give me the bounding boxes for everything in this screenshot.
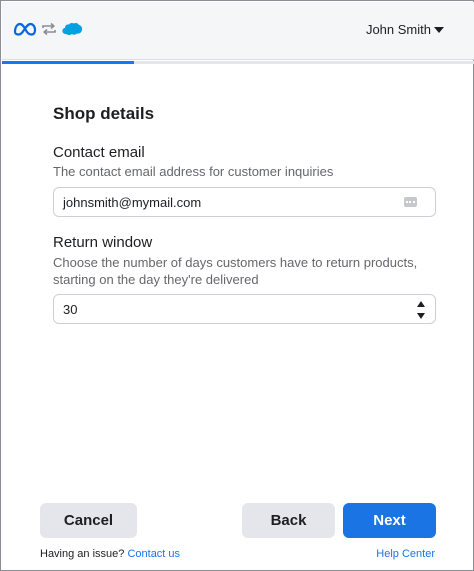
progress-fill [2, 61, 135, 64]
contact-email-value: johnsmith@mymail.com [63, 194, 202, 210]
stepper-arrows[interactable] [417, 301, 425, 319]
dialog-frame: John Smith Shop details Contact email Th… [0, 0, 474, 571]
contact-us-link[interactable]: Contact us [127, 548, 180, 560]
contact-email-label: Contact email [53, 144, 145, 161]
salesforce-logo-icon [61, 21, 83, 42]
return-window-label: Return window [53, 234, 153, 251]
meta-logo-icon [13, 22, 37, 41]
footer-issue: Having an issue? Contact us [40, 548, 180, 560]
issue-text: Having an issue? [40, 548, 125, 560]
chevron-down-icon[interactable] [434, 27, 444, 33]
autofill-icon[interactable] [404, 197, 417, 207]
page-title: Shop details [53, 104, 155, 123]
contact-email-field[interactable]: johnsmith@mymail.com [53, 187, 436, 217]
user-name[interactable]: John Smith [366, 22, 431, 37]
back-button[interactable]: Back [242, 503, 335, 538]
contact-email-description: The contact email address for customer i… [53, 164, 334, 179]
next-button[interactable]: Next [343, 503, 436, 538]
return-window-description: Choose the number of days customers have… [53, 255, 418, 287]
help-center-link[interactable]: Help Center [376, 548, 435, 560]
sync-arrows-icon [41, 22, 57, 41]
return-window-value: 30 [63, 301, 78, 317]
partner-logos [13, 21, 83, 42]
increment-icon[interactable] [417, 301, 425, 307]
progress-bar [2, 61, 474, 64]
return-window-stepper[interactable]: 30 [53, 294, 436, 324]
decrement-icon[interactable] [417, 313, 425, 319]
cancel-button[interactable]: Cancel [40, 503, 137, 538]
top-bar: John Smith [2, 2, 474, 60]
